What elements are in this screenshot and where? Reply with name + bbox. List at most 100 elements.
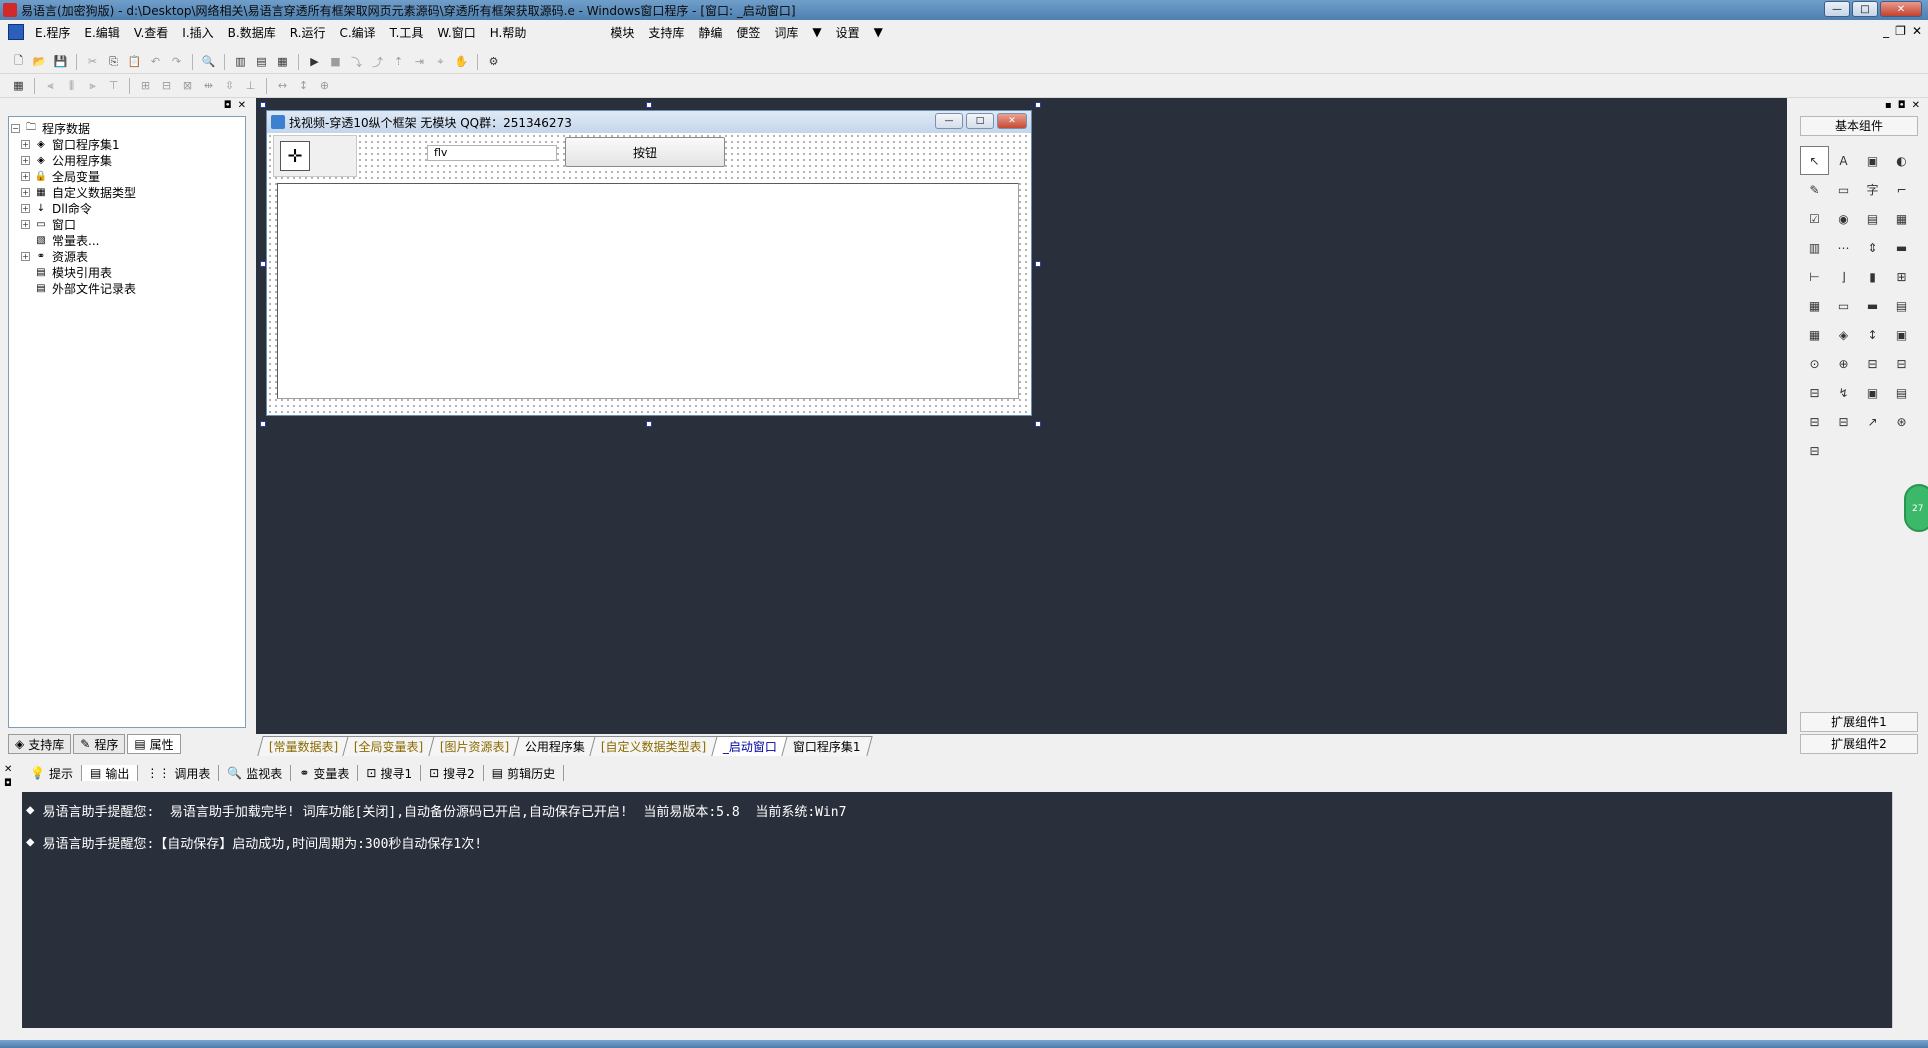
find-icon[interactable]: 🔍 — [200, 53, 217, 70]
component-tool-icon[interactable]: ⊙ — [1800, 349, 1829, 378]
component-tool-icon[interactable]: ⊟ — [1800, 378, 1829, 407]
component-tool-icon[interactable]: ⌋ — [1829, 262, 1858, 291]
mdi-restore-button[interactable]: ❐ — [1895, 24, 1906, 38]
component-tool-icon[interactable]: ⌐ — [1887, 175, 1916, 204]
mdi-close-button[interactable]: ✕ — [1912, 24, 1922, 38]
component-tool-icon[interactable]: ▥ — [1800, 233, 1829, 262]
align-right-icon[interactable]: ⫸ — [84, 77, 101, 94]
form-maximize-button[interactable]: □ — [966, 113, 994, 129]
align-left-icon[interactable]: ⫷ — [42, 77, 59, 94]
minimize-button[interactable]: — — [1824, 1, 1850, 17]
tab-search1[interactable]: ⊡ 搜寻1 — [358, 765, 422, 781]
layout-split-icon[interactable]: ▦ — [274, 53, 291, 70]
stop-icon[interactable]: ■ — [327, 53, 344, 70]
mdi-minimize-button[interactable]: _ — [1883, 24, 1889, 38]
tab-variables[interactable]: ⚭ 变量表 — [291, 765, 359, 781]
same-height-icon[interactable]: ⊟ — [158, 77, 175, 94]
new-file-icon[interactable]: 🗋 — [10, 53, 27, 70]
component-tool-icon[interactable]: ▮ — [1858, 262, 1887, 291]
editor-tab[interactable]: 公用程序集 — [513, 736, 597, 756]
align-center-icon[interactable]: ⫼ — [63, 77, 80, 94]
grid-icon[interactable]: ▦ — [10, 77, 27, 94]
toolbox-basic-tab[interactable]: 基本组件 — [1800, 116, 1918, 136]
open-file-icon[interactable]: 📂 — [31, 53, 48, 70]
designer-form[interactable]: 找视频-穿透10纵个框架 无模块 QQ群：251346273 — □ ✕ ✛ f… — [266, 110, 1032, 416]
editor-tab[interactable]: [图片资源表] — [428, 736, 521, 756]
component-tool-icon[interactable]: ▤ — [1858, 204, 1887, 233]
resize-handle-nw[interactable] — [260, 102, 266, 108]
toolbox-restore-icon[interactable]: ◘ — [1898, 100, 1906, 111]
editor-tab[interactable]: [常量数据表] — [257, 736, 351, 756]
collapse-icon[interactable]: − — [11, 123, 20, 133]
expand-icon[interactable]: + — [21, 251, 30, 261]
menu-program[interactable]: E.程序 — [28, 24, 77, 41]
tab-support-library[interactable]: ◈ 支持库 — [8, 734, 72, 754]
menu-view[interactable]: V.查看 — [127, 24, 175, 41]
lock-layout-icon[interactable]: ⊕ — [316, 77, 333, 94]
plugin-icon[interactable]: ⚙ — [485, 53, 502, 70]
tab-watch[interactable]: 🔍 监视表 — [219, 765, 292, 781]
expand-icon[interactable]: + — [21, 219, 30, 229]
toolbox-ext2-tab[interactable]: 扩展组件2 — [1800, 734, 1918, 754]
redo-icon[interactable]: ↷ — [168, 53, 185, 70]
assistant-float-button[interactable]: 27 — [1904, 484, 1928, 532]
resize-handle-ne[interactable] — [1035, 102, 1041, 108]
component-tool-icon[interactable]: ⋯ — [1829, 233, 1858, 262]
document-icon[interactable] — [8, 24, 24, 40]
thesaurus-dropdown-icon[interactable]: ▼ — [805, 25, 828, 39]
component-tool-icon[interactable]: ▬ — [1858, 291, 1887, 320]
tree-item[interactable]: + ▦ 自定义数据类型 — [11, 184, 243, 200]
component-tool-icon[interactable]: ▣ — [1858, 378, 1887, 407]
menu-static-compile[interactable]: 静编 — [691, 24, 729, 41]
align-top-icon[interactable]: ⊤ — [105, 77, 122, 94]
pointer-tool-icon[interactable]: ↖ — [1800, 146, 1829, 175]
center-vertical-icon[interactable]: ↕ — [295, 77, 312, 94]
component-tool-icon[interactable]: ⇕ — [1858, 233, 1887, 262]
toolbox-close-icon[interactable]: ✕ — [1912, 100, 1920, 111]
drag-control-box[interactable]: ✛ — [273, 135, 357, 177]
component-tool-icon[interactable]: ↯ — [1829, 378, 1858, 407]
form-client-area[interactable]: ✛ flv 按钮 — [267, 133, 1031, 415]
center-horizontal-icon[interactable]: ↔ — [274, 77, 291, 94]
tree-item[interactable]: + ↓ Dll命令 — [11, 200, 243, 216]
menu-database[interactable]: B.数据库 — [221, 24, 283, 41]
bottom-panel-pin-icon[interactable]: ◘ — [4, 778, 12, 789]
tab-output[interactable]: ▤ 输出 — [81, 765, 139, 781]
tab-clip-history[interactable]: ▤ 剪辑历史 — [484, 765, 565, 781]
component-tool-icon[interactable]: ◈ — [1829, 320, 1858, 349]
menu-support-lib[interactable]: 支持库 — [641, 24, 691, 41]
step-out-icon[interactable]: ⇡ — [390, 53, 407, 70]
save-icon[interactable]: 💾 — [52, 53, 69, 70]
paste-icon[interactable]: 📋 — [126, 53, 143, 70]
menu-window[interactable]: W.窗口 — [430, 24, 482, 41]
menu-compile[interactable]: C.编译 — [332, 24, 382, 41]
layout-bottom-icon[interactable]: ▤ — [253, 53, 270, 70]
step-over-icon[interactable]: ⤴ — [369, 53, 386, 70]
panel-pin-icon[interactable]: ◘ — [224, 100, 232, 111]
menu-module[interactable]: 模块 — [603, 24, 641, 41]
component-tool-icon[interactable]: ▤ — [1887, 378, 1916, 407]
resize-handle-se[interactable] — [1035, 421, 1041, 427]
layout-left-icon[interactable]: ▥ — [232, 53, 249, 70]
component-tool-icon[interactable]: ⊞ — [1887, 262, 1916, 291]
crosshair-icon[interactable]: ✛ — [280, 141, 310, 171]
hspace-icon[interactable]: ⇹ — [200, 77, 217, 94]
tab-program[interactable]: ✎ 程序 — [73, 734, 126, 754]
component-tool-icon[interactable]: ⊟ — [1800, 436, 1829, 465]
component-tool-icon[interactable]: ⊟ — [1800, 407, 1829, 436]
expand-icon[interactable]: + — [21, 171, 30, 181]
vspace-icon[interactable]: ⇳ — [221, 77, 238, 94]
component-tool-icon[interactable]: ▤ — [1887, 291, 1916, 320]
menu-edit[interactable]: E.编辑 — [77, 24, 126, 41]
tree-item[interactable]: + ⚭ 资源表 — [11, 248, 243, 264]
component-tool-icon[interactable]: ◐ — [1887, 146, 1916, 175]
tab-hint[interactable]: 💡 提示 — [22, 765, 82, 781]
maximize-button[interactable]: □ — [1852, 1, 1878, 17]
form-close-button[interactable]: ✕ — [997, 113, 1027, 129]
component-tool-icon[interactable]: ▦ — [1887, 204, 1916, 233]
tree-item[interactable]: ▤ 模块引用表 — [11, 264, 243, 280]
align-bottom-icon[interactable]: ⊥ — [242, 77, 259, 94]
editor-tab[interactable]: [全局变量表] — [342, 736, 436, 756]
menu-tools[interactable]: T.工具 — [383, 24, 431, 41]
toolbox-ext1-tab[interactable]: 扩展组件1 — [1800, 712, 1918, 732]
